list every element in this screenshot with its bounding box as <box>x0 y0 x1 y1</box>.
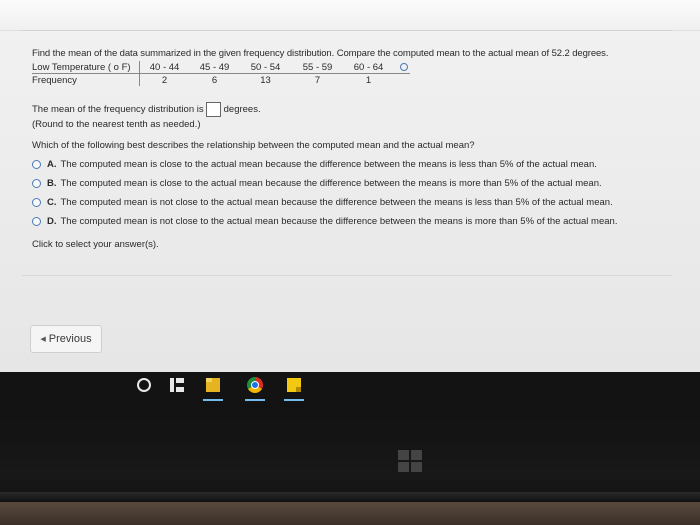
mean-answer-input[interactable] <box>205 102 221 117</box>
option-letter: B. <box>47 178 57 189</box>
mcq-question: Which of the following best describes th… <box>32 140 475 151</box>
active-indicator <box>245 399 265 401</box>
answer-prefix: The mean of the frequency distribution i… <box>32 104 204 116</box>
range-cell: 45 - 49 <box>189 61 240 74</box>
taskbar <box>0 372 700 402</box>
bezel-edge <box>0 492 700 502</box>
frequency-cell: 1 <box>365 74 372 86</box>
chrome-icon[interactable] <box>247 377 263 393</box>
range-cell: 55 - 59 <box>291 61 344 74</box>
range-cell: 60 - 64 <box>343 61 394 74</box>
range-cell: 50 - 54 <box>239 61 292 74</box>
table-row: Low Temperature ( o F) 40 - 44 45 - 49 5… <box>32 61 410 74</box>
option-letter: D. <box>47 216 57 227</box>
sticky-notes-icon[interactable] <box>287 378 301 392</box>
table-tools[interactable] <box>393 61 410 74</box>
divider <box>22 275 672 276</box>
click-to-select-text: Click to select your answer(s). <box>32 239 159 250</box>
frequency-cell: 2 <box>161 74 168 86</box>
previous-button[interactable]: ◀ Previous <box>30 325 102 353</box>
option-letter: A. <box>47 159 57 170</box>
desk-surface <box>0 502 700 525</box>
windows-logo-icon <box>398 450 422 472</box>
copy-table-icon[interactable] <box>399 62 408 71</box>
frequency-cell: 13 <box>260 74 271 86</box>
range-cell: 40 - 44 <box>139 61 190 74</box>
frequency-cell: 6 <box>211 74 218 86</box>
active-indicator <box>203 399 223 401</box>
row-label-frequency: Frequency <box>32 73 140 86</box>
option-a[interactable]: A. The computed mean is close to the act… <box>32 159 672 170</box>
radio-button-icon[interactable] <box>32 179 41 188</box>
option-letter: C. <box>47 197 57 208</box>
chevron-left-icon: ◀ <box>40 336 46 343</box>
file-explorer-icon[interactable] <box>206 378 220 392</box>
radio-button-icon[interactable] <box>32 160 41 169</box>
task-view-icon[interactable] <box>170 378 184 392</box>
cortana-icon[interactable] <box>137 378 151 392</box>
divider <box>22 30 672 31</box>
radio-button-icon[interactable] <box>32 198 41 207</box>
browser-content: Find the mean of the data summarized in … <box>0 0 700 372</box>
option-d[interactable]: D. The computed mean is not close to the… <box>32 216 672 227</box>
row-label-temperature: Low Temperature ( o F) <box>32 61 140 74</box>
option-b[interactable]: B. The computed mean is close to the act… <box>32 178 672 189</box>
previous-label: Previous <box>48 333 92 345</box>
frequency-cell: 7 <box>314 74 321 86</box>
option-text: The computed mean is not close to the ac… <box>60 216 618 227</box>
option-text: The computed mean is not close to the ac… <box>60 197 613 208</box>
frequency-table: Low Temperature ( o F) 40 - 44 45 - 49 5… <box>32 61 410 86</box>
table-row: Frequency 2 6 13 7 1 <box>32 73 410 86</box>
option-text: The computed mean is close to the actual… <box>60 178 602 189</box>
option-text: The computed mean is close to the actual… <box>60 159 597 170</box>
answer-suffix: degrees. <box>223 104 261 116</box>
top-band <box>0 0 700 31</box>
answer-line: The mean of the frequency distribution i… <box>32 102 672 117</box>
option-c[interactable]: C. The computed mean is not close to the… <box>32 197 672 208</box>
question-panel: Find the mean of the data summarized in … <box>32 48 672 250</box>
rounding-hint: (Round to the nearest tenth as needed.) <box>32 119 201 130</box>
active-indicator <box>284 399 304 401</box>
question-text: Find the mean of the data summarized in … <box>32 48 609 59</box>
radio-button-icon[interactable] <box>32 217 41 226</box>
